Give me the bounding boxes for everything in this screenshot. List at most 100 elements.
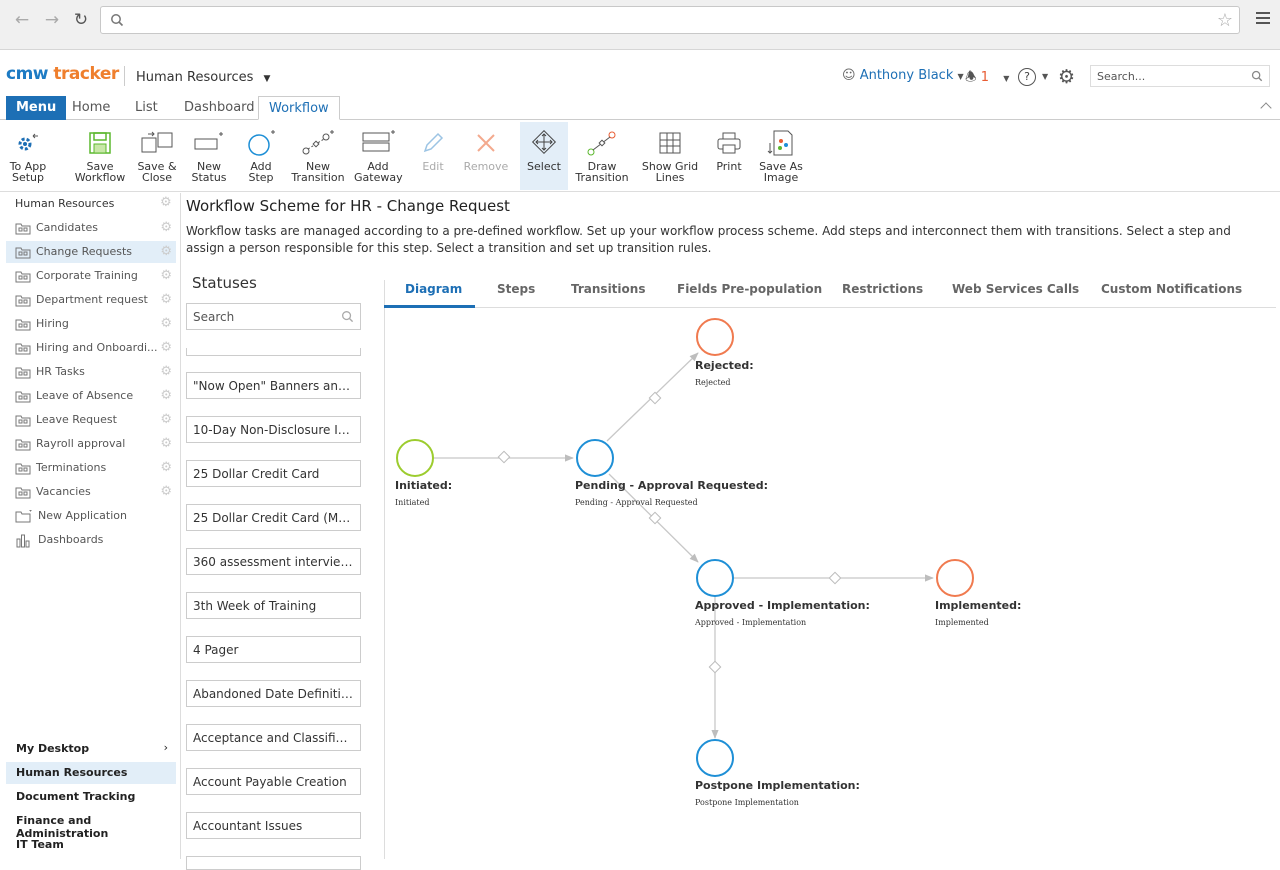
sidebar-item[interactable]: Hiring and Onboardi... ⚙ [6,337,176,359]
forward-icon[interactable]: → [42,10,62,30]
back-icon[interactable]: ← [12,10,32,30]
settings-cog-icon[interactable]: ⚙ [160,195,172,210]
save-workflow-button[interactable]: Save Workflow [72,125,128,189]
add-step-button[interactable]: Add Step [242,125,280,189]
transition-initiated-pending[interactable] [434,450,574,464]
status-list-item[interactable]: "Now Open" Banners and/... [186,372,361,399]
settings-gear-icon[interactable]: ⚙ [1058,66,1075,88]
status-list-item[interactable]: Account Payable Creation [186,768,361,795]
user-menu[interactable]: ☺ Anthony Black ▼ [842,68,964,83]
app-logo[interactable]: cmw tracker [6,64,119,84]
settings-cog-icon[interactable]: ⚙ [160,292,172,307]
settings-cog-icon[interactable]: ⚙ [160,388,172,403]
menu-button[interactable]: Menu [6,96,67,120]
workspace-nav-item[interactable]: Finance and Administration [6,810,176,840]
sub-tab-transitions[interactable]: Transitions [571,282,645,296]
save-icon [89,132,111,154]
new-status-button[interactable]: New Status [190,125,228,189]
node-rejected[interactable]: Rejected: Rejected [695,318,754,387]
sidebar-item[interactable]: Terminations ⚙ [6,457,176,479]
app-selector[interactable]: Human Resources ▼ [136,70,270,85]
sidebar-heading[interactable]: Human Resources [15,197,114,210]
status-list-item[interactable]: Accountant Issues [186,812,361,839]
reload-icon[interactable]: ↻ [71,10,91,30]
to-app-setup-button[interactable]: To App Setup [4,125,52,189]
draw-transition-button[interactable]: Draw Transition [574,125,630,189]
settings-cog-icon[interactable]: ⚙ [160,340,172,355]
sidebar-item[interactable]: Leave of Absence ⚙ [6,385,176,407]
workflow-diagram[interactable]: Rejected: Rejected Initiated: Initiated … [385,309,1276,859]
status-list-item[interactable]: 360 assessment interviews [186,548,361,575]
address-bar[interactable]: ☆ [100,6,1240,34]
collapse-ribbon-icon[interactable] [1260,102,1272,114]
settings-cog-icon[interactable]: ⚙ [160,316,172,331]
status-list-item[interactable]: Acceptance and Classificati... [186,724,361,751]
bookmark-star-icon[interactable]: ☆ [1217,10,1233,31]
remove-button[interactable]: Remove [462,125,510,189]
diagram-canvas[interactable]: Rejected: Rejected Initiated: Initiated … [385,309,1276,859]
status-list-item[interactable]: 10-Day Non-Disclosure Init... [186,416,361,443]
sub-tab-steps[interactable]: Steps [497,282,535,296]
tab-home[interactable]: Home [62,96,120,120]
settings-cog-icon[interactable]: ⚙ [160,412,172,427]
workspace-nav-item[interactable]: My Desktop › [6,738,176,760]
save-close-button[interactable]: Save & Close [134,125,180,189]
tab-dashboard[interactable]: Dashboard [174,96,265,120]
sidebar-item[interactable]: Corporate Training ⚙ [6,265,176,287]
status-list-item[interactable]: 25 Dollar Credit Card [186,460,361,487]
sidebar-item[interactable]: Vacancies ⚙ [6,481,176,503]
sub-tab-diagram[interactable]: Diagram [405,282,462,296]
settings-cog-icon[interactable]: ⚙ [160,484,172,499]
sidebar-item-new-application[interactable]: New Application [6,505,176,527]
notifications-button[interactable]: 🕭 1 ▼ [965,68,1009,90]
transition-pending-rejected[interactable] [606,352,699,442]
status-search-input[interactable]: Search [186,303,361,330]
sidebar-item[interactable]: Department request ⚙ [6,289,176,311]
sidebar-item[interactable]: Rayroll approval ⚙ [6,433,176,455]
node-postpone[interactable]: Postpone Implementation: Postpone Implem… [695,739,860,807]
tab-list[interactable]: List [125,96,168,120]
sidebar-item-dashboards[interactable]: Dashboards [6,529,176,551]
new-transition-button[interactable]: New Transition [290,125,346,189]
settings-cog-icon[interactable]: ⚙ [160,364,172,379]
sidebar-item[interactable]: Leave Request ⚙ [6,409,176,431]
node-initiated-label: Initiated: [395,479,452,492]
sidebar-item[interactable]: Hiring ⚙ [6,313,176,335]
select-button[interactable]: Select [520,122,568,190]
add-gateway-button[interactable]: Add Gateway [354,125,403,189]
settings-cog-icon[interactable]: ⚙ [160,460,172,475]
settings-cog-icon[interactable]: ⚙ [160,244,172,259]
sub-tab-web-services-calls[interactable]: Web Services Calls [952,282,1079,296]
status-list-item[interactable]: 3th Week of Training [186,592,361,619]
settings-cog-icon[interactable]: ⚙ [160,268,172,283]
chevron-down-icon[interactable]: ▼ [1042,72,1048,81]
workspace-nav-item[interactable]: IT Team [6,834,176,856]
print-button[interactable]: Print [712,125,746,189]
node-implemented[interactable]: Implemented: Implemented [935,559,1021,627]
browser-menu-icon[interactable] [1256,12,1270,27]
node-approved[interactable]: Approved - Implementation: Approved - Im… [694,559,870,627]
sub-tab-restrictions[interactable]: Restrictions [842,282,923,296]
tab-workflow[interactable]: Workflow [258,96,340,120]
global-search-input[interactable]: Search... [1090,65,1270,87]
sidebar-item[interactable]: HR Tasks ⚙ [6,361,176,383]
help-icon[interactable]: ? [1018,68,1036,86]
status-list-item[interactable]: 25 Dollar Credit Card (Moc... [186,504,361,531]
sub-tab-fields-prepopulation[interactable]: Fields Pre-population [677,282,822,296]
status-list-item[interactable]: Abandoned Date Definition [186,680,361,707]
node-initiated[interactable]: Initiated: Initiated [395,439,452,507]
sidebar-item[interactable]: Candidates ⚙ [6,217,176,239]
edit-button[interactable]: Edit [416,125,450,189]
show-grid-lines-button[interactable]: Show Grid Lines [640,125,700,189]
transition-approved-implemented[interactable] [734,571,934,585]
workspace-nav-item[interactable]: Document Tracking [6,786,176,808]
settings-cog-icon[interactable]: ⚙ [160,220,172,235]
save-as-image-button[interactable]: Save As Image [756,125,806,189]
node-pending[interactable]: Pending - Approval Requested: Pending - … [575,439,768,507]
sub-tab-custom-notifications[interactable]: Custom Notifications [1101,282,1242,296]
sidebar-item[interactable]: Change Requests ⚙ [6,241,176,263]
add-gateway-icon [362,130,395,152]
status-list-item[interactable]: 4 Pager [186,636,361,663]
settings-cog-icon[interactable]: ⚙ [160,436,172,451]
workspace-nav-item[interactable]: Human Resources [6,762,176,784]
